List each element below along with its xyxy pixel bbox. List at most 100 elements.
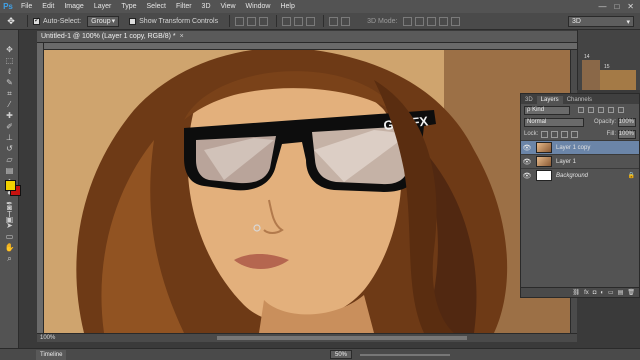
menu-file[interactable]: File [16, 3, 37, 10]
eyedropper-tool-icon[interactable]: ⁄ [0, 99, 19, 110]
lock-icon: 🔒 [627, 173, 635, 179]
align-center-icon[interactable] [294, 16, 304, 26]
auto-select-dropdown[interactable]: Group ▾ [87, 15, 120, 27]
3d-rotate-icon[interactable] [403, 16, 413, 26]
clone-stamp-tool-icon[interactable]: ⊥ [0, 132, 19, 143]
layer-kind-dropdown[interactable]: ρ Kind [524, 105, 570, 115]
transform-controls-checkbox[interactable]: Show Transform Controls [129, 17, 218, 25]
visibility-eye-icon[interactable]: 👁 [521, 144, 533, 152]
lock-position-icon[interactable] [561, 130, 569, 138]
close-button[interactable]: ✕ [627, 2, 634, 11]
add-mask-icon[interactable]: ◘ [593, 290, 597, 296]
timeline-tab[interactable]: Timeline [36, 350, 67, 360]
timeline-zoom-field[interactable]: 50% [330, 350, 352, 359]
maximize-button[interactable]: □ [614, 2, 619, 11]
visibility-eye-icon[interactable]: 👁 [521, 158, 533, 166]
layer-item-background[interactable]: 👁 Background 🔒 [521, 168, 639, 182]
shape-tool-icon[interactable]: ▭ [0, 231, 19, 242]
workspace-dropdown[interactable]: 3D ▾ [568, 16, 634, 27]
pixel-filter-icon[interactable] [578, 107, 584, 113]
3d-scale-icon[interactable] [451, 16, 461, 26]
menu-image[interactable]: Image [59, 3, 88, 10]
align-bottom-icon[interactable] [259, 16, 269, 26]
distribute-icon[interactable] [329, 16, 339, 26]
menu-edit[interactable]: Edit [37, 3, 59, 10]
auto-select-checkbox[interactable]: Auto-Select: [33, 16, 81, 25]
menu-help[interactable]: Help [275, 3, 299, 10]
fill-field[interactable]: 100% [618, 129, 636, 139]
tab-3d[interactable]: 3D [521, 96, 537, 104]
link-layers-icon[interactable]: ⛓ [572, 289, 580, 296]
divider [27, 15, 28, 27]
tab-channels[interactable]: Channels [563, 96, 596, 104]
layer-filter-row: ρ Kind [521, 104, 639, 116]
distribute-icon[interactable] [341, 16, 351, 26]
3d-mode-label: 3D Mode: [367, 17, 398, 25]
history-brush-tool-icon[interactable]: ↺ [0, 143, 19, 154]
blend-mode-dropdown[interactable]: Normal [524, 117, 584, 127]
visibility-eye-icon[interactable]: 👁 [521, 172, 533, 180]
shape-filter-icon[interactable] [608, 107, 614, 113]
menu-3d[interactable]: 3D [197, 3, 216, 10]
zoom-tool-icon[interactable]: ⌕ [0, 253, 19, 264]
align-middle-icon[interactable] [247, 16, 257, 26]
menu-view[interactable]: View [216, 3, 241, 10]
layers-panel-tabs: 3D Layers Channels [521, 94, 639, 104]
document-tab[interactable]: Untitled-1 @ 100% (Layer 1 copy, RGB/8) … [37, 31, 577, 43]
new-layer-icon[interactable]: ▤ [618, 289, 624, 296]
menu-filter[interactable]: Filter [171, 3, 197, 10]
crop-tool-icon[interactable]: ⌗ [0, 88, 19, 99]
align-left-icon[interactable] [282, 16, 292, 26]
healing-brush-tool-icon[interactable]: ✚ [0, 110, 19, 121]
tab-layers[interactable]: Layers [536, 96, 563, 104]
type-filter-icon[interactable] [598, 107, 604, 113]
checkbox-checked-icon[interactable] [33, 16, 40, 25]
adjustment-filter-icon[interactable] [588, 107, 594, 113]
move-tool-icon[interactable]: ✥ [0, 44, 19, 55]
quick-select-tool-icon[interactable]: ✎ [0, 77, 19, 88]
layer-item-layer-1[interactable]: 👁 Layer 1 [521, 154, 639, 168]
horizontal-scrollbar[interactable] [217, 336, 467, 340]
3d-slide-icon[interactable] [439, 16, 449, 26]
options-bar: ✥ Auto-Select: Group ▾ Show Transform Co… [0, 13, 640, 30]
brush-tool-icon[interactable]: ✐ [0, 121, 19, 132]
move-tool-preset-icon[interactable]: ✥ [0, 13, 22, 30]
gradient-tool-icon[interactable]: ▤ [0, 165, 19, 176]
layer-item-layer-1-copy[interactable]: 👁 Layer 1 copy [521, 140, 639, 154]
fx-icon[interactable]: fx [584, 290, 589, 296]
menu-select[interactable]: Select [142, 3, 171, 10]
panel-thumbnail [600, 70, 636, 90]
layers-panel: 3D Layers Channels ρ Kind Normal Opacity… [520, 93, 640, 298]
timeline-zoom-slider[interactable] [360, 354, 450, 356]
align-top-icon[interactable] [235, 16, 245, 26]
document-canvas[interactable]: GLOFX [44, 50, 570, 333]
3d-roll-icon[interactable] [415, 16, 425, 26]
minimize-button[interactable]: — [598, 2, 606, 11]
menu-window[interactable]: Window [241, 3, 276, 10]
adjustment-layer-icon[interactable]: ◐ [600, 290, 604, 296]
lock-image-icon[interactable] [551, 130, 559, 138]
document-zoom-level[interactable]: 100% [40, 335, 55, 341]
checkbox-unchecked-icon[interactable] [129, 17, 137, 25]
menu-layer[interactable]: Layer [89, 3, 117, 10]
3d-pan-icon[interactable] [427, 16, 437, 26]
menu-type[interactable]: Type [116, 3, 141, 10]
close-tab-icon[interactable]: × [180, 33, 184, 40]
delete-layer-icon[interactable]: 🗑 [627, 289, 635, 296]
smart-object-filter-icon[interactable] [618, 107, 624, 113]
lasso-tool-icon[interactable]: ℓ [0, 66, 19, 77]
opacity-field[interactable]: 100% [618, 117, 636, 127]
screen-mode-icon[interactable]: ▣ [0, 214, 19, 225]
fill-label: Fill: [606, 131, 616, 137]
foreground-color-swatch[interactable] [5, 180, 16, 191]
eraser-tool-icon[interactable]: ▱ [0, 154, 19, 165]
quick-mask-icon[interactable]: ◙ [0, 202, 19, 213]
blend-row: Normal Opacity: 100% [521, 116, 639, 128]
lock-all-icon[interactable] [571, 130, 579, 138]
marquee-tool-icon[interactable]: ⬚ [0, 55, 19, 66]
lock-transparent-icon[interactable] [541, 130, 549, 138]
align-right-icon[interactable] [306, 16, 316, 26]
tools-panel: ✥ ⬚ ℓ ✎ ⌗ ⁄ ✚ ✐ ⊥ ↺ ▱ ▤ ◆ ● ✒ T ➤ ▭ ✋ ⌕ … [0, 30, 21, 348]
new-group-icon[interactable]: ▭ [608, 289, 614, 296]
hand-tool-icon[interactable]: ✋ [0, 242, 19, 253]
